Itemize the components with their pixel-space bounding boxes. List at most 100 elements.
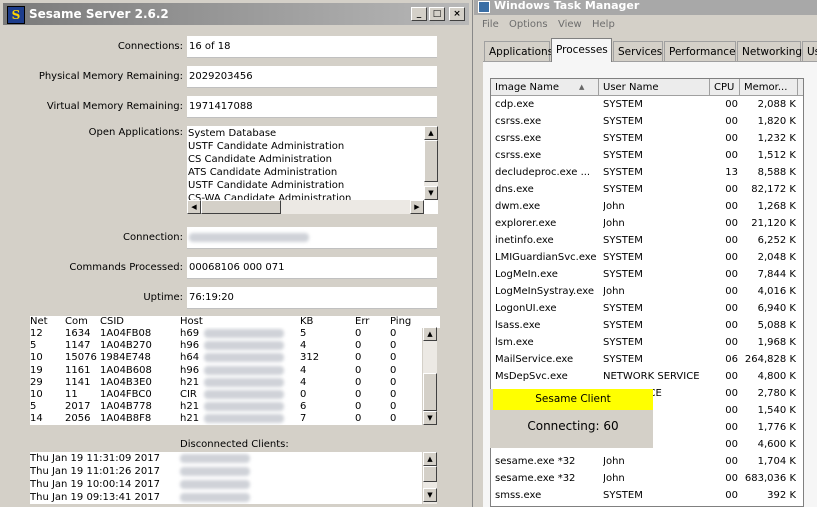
table-row[interactable]: 5 1147 1A04B270 h96 4 0 0	[30, 339, 422, 352]
cell-kb: 6	[300, 401, 307, 413]
table-row[interactable]: sesame.exe *32 John 00 1,704 K	[491, 453, 803, 470]
cell-cpu: 13	[725, 167, 738, 178]
cell-mem: 1,968 K	[757, 337, 796, 348]
list-item[interactable]: ATS Candidate Administration	[188, 166, 420, 179]
table-row[interactable]: LMIGuardianSvc.exe SYSTEM 00 2,048 K	[491, 249, 803, 266]
connecting-status: Connecting: 60	[527, 419, 619, 433]
scroll-up-icon[interactable]: ▲	[423, 452, 437, 466]
scroll-thumb[interactable]	[423, 466, 437, 482]
disconnected-scrollbar[interactable]: ▲ ▼	[423, 452, 437, 504]
list-item[interactable]: Thu Jan 19 10:00:14 2017	[30, 478, 422, 491]
cell-host: h64	[180, 352, 200, 364]
table-row[interactable]: LogMeInSystray.exe John 00 4,016 K	[491, 283, 803, 300]
cell-host: h21	[180, 401, 200, 413]
disconnected-clients-list[interactable]: Thu Jan 19 11:31:09 2017 Thu Jan 19 11:01…	[30, 452, 422, 504]
col-memory[interactable]: Memor...	[740, 79, 798, 96]
open-applications-list[interactable]: System Database USTF Candidate Administr…	[187, 126, 438, 214]
hscroll-thumb[interactable]	[201, 200, 281, 214]
table-row[interactable]: decludeproc.exe ... SYSTEM 13 8,588 K	[491, 164, 803, 181]
scroll-up-icon[interactable]: ▲	[424, 126, 438, 140]
connection-label: Connection:	[123, 232, 183, 243]
table-row[interactable]: smss.exe SYSTEM 00 392 K	[491, 487, 803, 504]
cell-host: h21	[180, 413, 200, 425]
table-row[interactable]: 29 1141 1A04B3E0 h21 4 0 0	[30, 376, 422, 389]
list-item[interactable]: USTF Candidate Administration	[188, 140, 420, 153]
redacted-host	[204, 402, 284, 412]
tab-networking[interactable]: Networking	[737, 41, 802, 61]
apps-horizontal-scrollbar[interactable]: ◀ ▶	[187, 200, 424, 214]
menu-options[interactable]: Options	[509, 15, 548, 34]
table-row[interactable]: 12 1634 1A04FB08 h69 5 0 0	[30, 327, 422, 340]
col-image-name[interactable]: Image Name ▲	[491, 79, 599, 96]
list-item[interactable]: Thu Jan 19 11:31:09 2017	[30, 452, 422, 465]
menu-help[interactable]: Help	[592, 15, 615, 34]
maximize-button[interactable]: □	[429, 7, 445, 21]
scroll-down-icon[interactable]: ▼	[424, 186, 438, 200]
tab-processes[interactable]: Processes	[551, 38, 612, 62]
tab-services[interactable]: Services	[613, 41, 663, 61]
list-item[interactable]: USTF Candidate Administration	[188, 179, 420, 192]
cell-mem: 21,120 K	[751, 218, 796, 229]
scroll-up-icon[interactable]: ▲	[423, 327, 437, 341]
tab-users[interactable]: Us	[802, 41, 817, 61]
table-row[interactable]: explorer.exe John 00 21,120 K	[491, 215, 803, 232]
cell-user: SYSTEM	[603, 337, 643, 348]
menu-file[interactable]: File	[482, 15, 499, 34]
col-cpu[interactable]: CPU	[710, 79, 740, 96]
table-row[interactable]: MailService.exe SYSTEM 06 264,828 K	[491, 351, 803, 368]
table-row[interactable]: 5 2017 1A04B778 h21 6 0 0	[30, 400, 422, 413]
tab-performance[interactable]: Performance	[664, 41, 736, 61]
minimize-button[interactable]: _	[411, 7, 427, 21]
table-row[interactable]: lsass.exe SYSTEM 00 5,088 K	[491, 317, 803, 334]
table-row[interactable]: dns.exe SYSTEM 00 82,172 K	[491, 181, 803, 198]
table-row[interactable]: csrss.exe SYSTEM 00 1,512 K	[491, 147, 803, 164]
cell-cpu: 00	[725, 235, 738, 246]
table-row[interactable]: 10 11 1A04FBC0 CIR 0 0 0	[30, 388, 422, 401]
col-user-name[interactable]: User Name	[599, 79, 710, 96]
table-row[interactable]: cdp.exe SYSTEM 00 2,088 K	[491, 96, 803, 113]
cell-ping: 0	[390, 364, 397, 376]
cell-kb: 5	[300, 328, 307, 339]
disconnect-time: Thu Jan 19 10:00:14 2017	[30, 479, 160, 490]
table-row[interactable]: dwm.exe John 00 1,268 K	[491, 198, 803, 215]
cell-cpu: 00	[725, 371, 738, 382]
clients-list[interactable]: 12 1634 1A04FB08 h69 5 0 0 5 1147 1A04B270 h96 4 0 0 1…	[30, 327, 422, 425]
scroll-thumb[interactable]	[423, 373, 437, 411]
table-row[interactable]: MsDepSvc.exe NETWORK SERVICE 00 4,800 K	[491, 368, 803, 385]
task-manager-title-bar[interactable]: Windows Task Manager	[474, 0, 817, 15]
table-row[interactable]: lsm.exe SYSTEM 00 1,968 K	[491, 334, 803, 351]
list-item[interactable]: Thu Jan 19 11:01:26 2017	[30, 465, 422, 478]
table-row[interactable]: 19 1161 1A04B608 h96 4 0 0	[30, 364, 422, 377]
scroll-right-icon[interactable]: ▶	[410, 200, 424, 214]
table-row[interactable]: 14 2056 1A04B8F8 h21 7 0 0	[30, 412, 422, 425]
cell-name: LogMeInSystray.exe	[495, 286, 594, 297]
cell-mem: 264,828 K	[744, 354, 796, 365]
table-row[interactable]: csrss.exe SYSTEM 00 1,232 K	[491, 130, 803, 147]
menu-view[interactable]: View	[558, 15, 582, 34]
tab-applications[interactable]: Applications	[484, 41, 553, 61]
close-button[interactable]: ×	[449, 7, 465, 21]
table-row[interactable]: csrss.exe SYSTEM 00 1,820 K	[491, 113, 803, 130]
clients-scrollbar[interactable]: ▲ ▼	[423, 327, 437, 425]
scroll-down-icon[interactable]: ▼	[423, 488, 437, 502]
table-row[interactable]: LogonUI.exe SYSTEM 00 6,940 K	[491, 300, 803, 317]
list-item[interactable]: CS Candidate Administration	[188, 153, 420, 166]
cell-user: John	[603, 286, 625, 297]
table-row[interactable]: sesame.exe *32 John 00 683,036 K	[491, 470, 803, 487]
sesame-title-bar[interactable]: S Sesame Server 2.6.2 _ □ ×	[3, 3, 469, 25]
disconnect-time: Thu Jan 19 11:31:09 2017	[30, 453, 160, 464]
redacted-host	[204, 353, 284, 363]
cell-cpu: 00	[725, 388, 738, 399]
cell-name: MsDepSvc.exe	[495, 371, 568, 382]
scroll-left-icon[interactable]: ◀	[187, 200, 201, 214]
scroll-thumb[interactable]	[424, 140, 438, 182]
table-row[interactable]: inetinfo.exe SYSTEM 00 6,252 K	[491, 232, 803, 249]
table-row[interactable]: LogMeIn.exe SYSTEM 00 7,844 K	[491, 266, 803, 283]
apps-vertical-scrollbar[interactable]: ▲ ▼	[424, 126, 438, 200]
list-item[interactable]: Thu Jan 19 09:13:41 2017	[30, 491, 422, 504]
scroll-down-icon[interactable]: ▼	[423, 411, 437, 425]
list-item[interactable]: System Database	[188, 127, 420, 140]
connection-field	[187, 227, 437, 249]
table-row[interactable]: 10 15076 1984E748 h64 312 0 0	[30, 351, 422, 364]
cell-mem: 1,268 K	[757, 201, 796, 212]
